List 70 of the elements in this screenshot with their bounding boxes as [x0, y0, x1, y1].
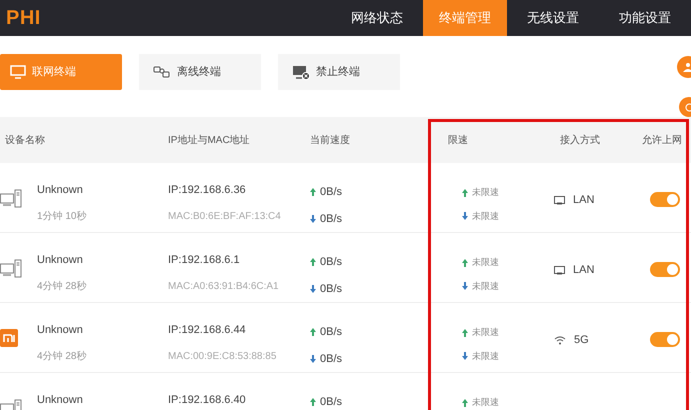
column-header: 接入方式	[560, 134, 601, 148]
access-type: LAN	[554, 192, 650, 208]
download-limit[interactable]: 未限速	[472, 350, 499, 363]
monitor-icon	[10, 65, 26, 79]
access-type: 5G	[554, 332, 650, 348]
wifi-icon	[554, 336, 566, 345]
upload-limit[interactable]: 未限速	[472, 256, 499, 270]
upload-speed: 0B/s	[320, 185, 342, 200]
device-name: Unknown	[37, 323, 84, 338]
allow-toggle[interactable]	[650, 332, 680, 347]
computer-icon	[0, 259, 22, 279]
lan-port-icon	[554, 266, 565, 275]
up-arrow-icon	[310, 328, 316, 336]
online-duration: 4分钟 28秒	[37, 280, 88, 294]
column-header: 设备名称	[5, 134, 46, 148]
nav-tab[interactable]: 无线设置	[507, 0, 599, 36]
up-arrow-icon	[462, 398, 468, 407]
down-arrow-icon	[310, 284, 316, 293]
download-limit[interactable]: 未限速	[472, 280, 499, 293]
download-speed: 0B/s	[320, 282, 342, 296]
ip-address: IP:192.168.6.40	[168, 393, 247, 408]
down-arrow-icon	[462, 352, 468, 360]
mac-address: MAC:A0:63:91:B4:6C:A1	[168, 280, 280, 294]
device-name: Unknown	[37, 183, 84, 198]
nav-tab[interactable]: 功能设置	[599, 0, 691, 36]
upload-speed: 0B/s	[320, 395, 342, 410]
filter-tab[interactable]: 联网终端	[0, 54, 122, 90]
nav-tab[interactable]: 终端管理	[423, 0, 507, 36]
blocked-monitor-icon	[292, 64, 310, 80]
download-limit[interactable]: 未限速	[472, 210, 499, 223]
upload-limit[interactable]: 未限速	[472, 396, 499, 410]
down-arrow-icon	[462, 282, 468, 290]
ip-address: IP:192.168.6.36	[168, 183, 247, 198]
up-arrow-icon	[310, 398, 316, 406]
filter-tab[interactable]: 离线终端	[139, 54, 261, 90]
allow-toggle[interactable]	[650, 192, 680, 207]
device-name: Unknown	[37, 253, 84, 268]
upload-speed: 0B/s	[320, 255, 342, 270]
link-icon	[153, 65, 171, 79]
filter-tab[interactable]: 禁止终端	[278, 54, 400, 90]
column-header: 当前速度	[310, 134, 351, 148]
computer-icon	[0, 189, 22, 209]
down-arrow-icon	[462, 212, 468, 220]
access-type: LAN	[554, 262, 650, 278]
up-arrow-icon	[310, 188, 316, 196]
upload-limit[interactable]: 未限速	[472, 186, 499, 200]
up-arrow-icon	[310, 258, 316, 266]
column-header: 允许上网	[642, 134, 682, 148]
up-arrow-icon	[462, 258, 468, 267]
download-speed: 0B/s	[320, 352, 342, 366]
mac-address: MAC:B0:6E:BF:AF:13:C4	[168, 210, 282, 224]
upload-limit[interactable]: 未限速	[472, 326, 499, 340]
down-arrow-icon	[310, 354, 316, 363]
online-duration: 1分钟 10秒	[37, 210, 88, 224]
down-arrow-icon	[310, 214, 316, 223]
column-header: 限速	[448, 134, 469, 148]
column-header: IP地址与MAC地址	[168, 134, 251, 148]
allow-toggle[interactable]	[650, 262, 680, 277]
up-arrow-icon	[462, 328, 468, 337]
device-name: Unknown	[37, 393, 84, 408]
lan-port-icon	[554, 196, 565, 205]
logo: PHI	[6, 6, 41, 31]
nav-tab[interactable]: 网络状态	[331, 0, 423, 36]
download-speed: 0B/s	[320, 212, 342, 226]
upload-speed: 0B/s	[320, 325, 342, 340]
mac-address: MAC:00:9E:C8:53:88:85	[168, 350, 278, 364]
ip-address: IP:192.168.6.1	[168, 253, 241, 268]
online-duration: 4分钟 28秒	[37, 350, 88, 364]
up-arrow-icon	[462, 188, 468, 197]
ip-address: IP:192.168.6.44	[168, 323, 247, 338]
